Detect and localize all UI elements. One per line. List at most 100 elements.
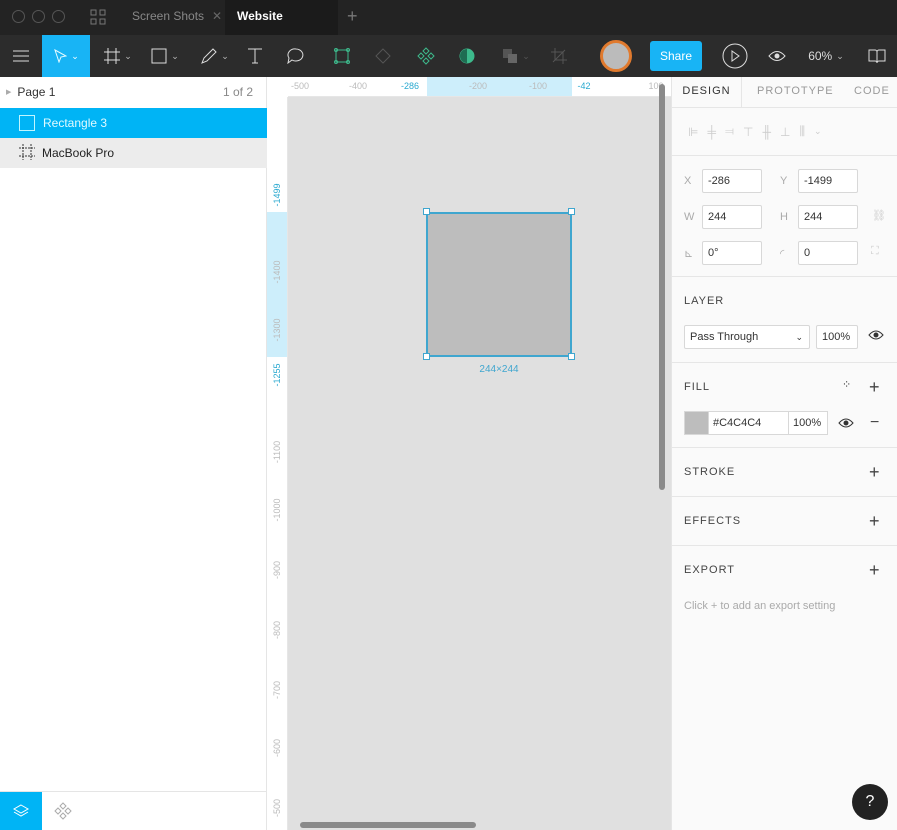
avatar[interactable]: [600, 40, 632, 72]
tab-label: Screen Shots: [132, 9, 205, 23]
component-frame-icon[interactable]: [327, 35, 357, 77]
x-field[interactable]: -286: [702, 169, 762, 193]
blend-mode-dropdown[interactable]: Pass Through ⌄: [684, 325, 810, 349]
fill-title: FILL: [684, 381, 711, 393]
maximize-window-button[interactable]: [52, 10, 65, 23]
share-button[interactable]: Share: [650, 41, 702, 71]
width-field[interactable]: 244: [702, 205, 762, 229]
page-name: Page 1: [17, 85, 56, 99]
layer-row-rectangle-3[interactable]: Rectangle 3: [0, 108, 267, 138]
add-fill-button[interactable]: +: [869, 378, 880, 396]
caret-right-icon: ▶: [6, 89, 12, 96]
book-icon[interactable]: [862, 35, 892, 77]
ruler-tick-label: -700: [272, 680, 282, 700]
height-field[interactable]: 244: [798, 205, 858, 229]
ruler-tick-label: -100: [528, 81, 548, 91]
rectangle-tool[interactable]: ⌄: [145, 35, 185, 77]
resize-handle[interactable]: [568, 208, 575, 215]
components-tab[interactable]: [42, 792, 84, 830]
menu-button[interactable]: [0, 35, 42, 77]
styles-icon[interactable]: ⁘: [842, 378, 851, 391]
horizontal-scrollbar[interactable]: [300, 822, 476, 828]
align-middle-v-icon[interactable]: ╫: [762, 125, 771, 139]
add-stroke-button[interactable]: +: [869, 463, 880, 481]
export-section: EXPORT + Click + to add an export settin…: [672, 545, 897, 625]
ruler-tick-label: -1000: [272, 498, 282, 522]
tab-design[interactable]: DESIGN: [672, 77, 742, 107]
frame-icon: [19, 143, 35, 163]
tab-screen-shots[interactable]: Screen Shots ✕: [120, 0, 234, 35]
ruler-left: -1499 -1400 -1300 -1255 -1100 -1000 -900 -800 -7…: [267, 97, 288, 830]
close-icon[interactable]: ✕: [212, 9, 222, 23]
crop-icon[interactable]: [545, 35, 573, 77]
transform-section: X -286 Y -1499 W 244 H 244 ⛓ ⊾ 0° ◜ 0 ⛶: [672, 155, 897, 276]
help-button[interactable]: ?: [852, 784, 888, 820]
fill-hex-field[interactable]: #C4C4C4: [709, 412, 789, 434]
properties-panel: DESIGN PROTOTYPE CODE ⊫ ╪ ⫤ ⊤ ╫ ⊥ ⫼ ⌄ X -286 Y …: [671, 77, 897, 830]
resize-handle[interactable]: [568, 353, 575, 360]
eye-icon[interactable]: [868, 329, 884, 344]
fill-row: #C4C4C4 100%: [684, 411, 828, 435]
tab-code[interactable]: CODE: [854, 77, 890, 107]
detach-icon[interactable]: [368, 35, 398, 77]
canvas[interactable]: [288, 97, 671, 830]
constrain-proportions-icon[interactable]: ⛓: [872, 209, 886, 222]
present-button[interactable]: [720, 35, 750, 77]
minimize-window-button[interactable]: [32, 10, 45, 23]
components-icon[interactable]: [411, 35, 441, 77]
ruler-selection: [427, 77, 572, 96]
close-window-button[interactable]: [12, 10, 25, 23]
add-export-button[interactable]: +: [869, 561, 880, 579]
ruler-tick-label: -1400: [272, 260, 282, 284]
blend-mode: Pass Through: [690, 331, 759, 343]
layer-title: LAYER: [684, 295, 725, 307]
export-title: EXPORT: [684, 564, 736, 576]
remove-fill-button[interactable]: −: [870, 414, 879, 432]
mask-icon[interactable]: [452, 35, 482, 77]
boolean-icon[interactable]: ⌄: [497, 35, 535, 77]
independent-corners-icon[interactable]: ⛶: [871, 245, 879, 258]
toolbar: ⌄ ⌄ ⌄ ⌄ ⌄ Share 60% ⌄: [0, 35, 897, 77]
corner-radius-icon: ◜: [780, 248, 785, 260]
zoom-dropdown[interactable]: 60% ⌄: [800, 35, 852, 77]
align-top-icon[interactable]: ⊤: [743, 125, 753, 139]
grid-icon[interactable]: [90, 9, 106, 28]
ruler-tick-label: -500: [272, 798, 282, 818]
fill-swatch[interactable]: [685, 412, 709, 434]
distribute-icon[interactable]: ⫼: [799, 124, 805, 139]
align-bottom-icon[interactable]: ⊥: [780, 125, 790, 139]
comment-tool[interactable]: [280, 35, 312, 77]
eye-icon[interactable]: [838, 417, 854, 432]
layer-opacity-field[interactable]: 100%: [816, 325, 858, 349]
resize-handle[interactable]: [423, 208, 430, 215]
rotation-icon: ⊾: [684, 248, 694, 260]
pen-tool[interactable]: ⌄: [195, 35, 235, 77]
eye-icon[interactable]: [763, 35, 791, 77]
layer-name: MacBook Pro: [42, 146, 115, 160]
fill-opacity-field[interactable]: 100%: [789, 412, 821, 434]
page-selector[interactable]: ▶ Page 1 1 of 2: [0, 77, 267, 107]
tab-prototype[interactable]: PROTOTYPE: [757, 77, 834, 107]
align-right-icon[interactable]: ⫤: [725, 124, 734, 139]
vertical-scrollbar[interactable]: [659, 84, 665, 490]
add-effect-button[interactable]: +: [869, 512, 880, 530]
tab-website-design[interactable]: Website Design✕: [225, 0, 338, 56]
new-tab-button[interactable]: +: [347, 6, 358, 27]
y-field[interactable]: -1499: [798, 169, 858, 193]
frame-tool[interactable]: ⌄: [98, 35, 138, 77]
rectangle-3[interactable]: [426, 212, 572, 357]
rotation-field[interactable]: 0°: [702, 241, 762, 265]
layers-tab[interactable]: [0, 792, 42, 830]
ruler-tick-label: -1300: [272, 318, 282, 342]
ruler-top: -500 -400 -286 -200 -100 -42 100: [288, 77, 671, 97]
chevron-down-icon[interactable]: ⌄: [814, 126, 822, 137]
corner-radius-field[interactable]: 0: [798, 241, 858, 265]
align-left-icon[interactable]: ⊫: [688, 125, 698, 139]
stroke-title: STROKE: [684, 466, 736, 478]
resize-handle[interactable]: [423, 353, 430, 360]
move-tool[interactable]: ⌄: [42, 35, 90, 77]
text-tool[interactable]: [240, 35, 270, 77]
align-center-h-icon[interactable]: ╪: [707, 125, 716, 139]
ruler-tick-label: -200: [468, 81, 488, 91]
layer-row-macbook-pro[interactable]: MacBook Pro: [0, 138, 267, 168]
